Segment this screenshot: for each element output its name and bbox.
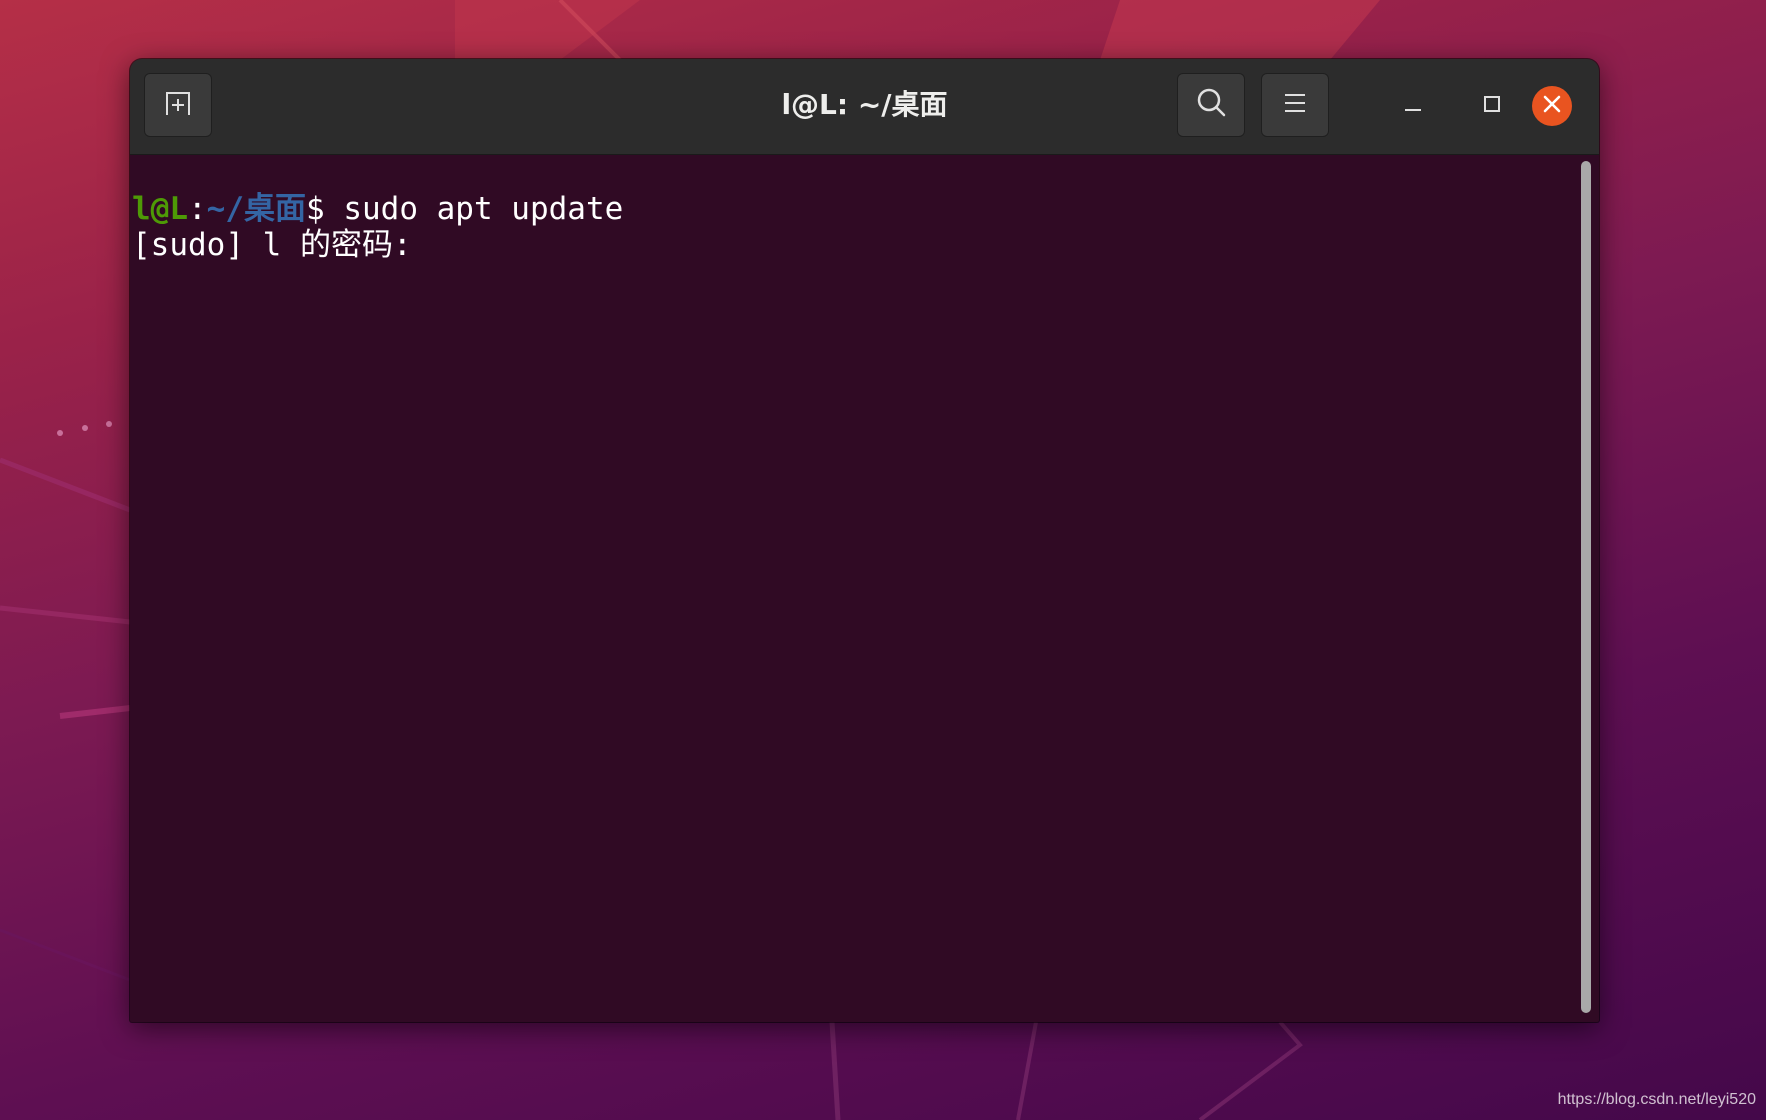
command-line: l@L:~/桌面$ sudo apt update xyxy=(132,191,1572,227)
minimize-icon xyxy=(1403,94,1423,118)
prompt-separator: : xyxy=(188,191,207,227)
prompt-user-host: l@L xyxy=(132,191,188,227)
password-prompt-line: [sudo] l 的密码: xyxy=(132,227,1572,263)
header-bar: l@L: ~/桌面 xyxy=(130,59,1599,155)
terminal-output[interactable]: l@L:~/桌面$ sudo apt update [sudo] l 的密码: xyxy=(132,155,1572,1015)
window-title: l@L: ~/桌面 xyxy=(781,88,948,121)
maximize-icon xyxy=(1482,94,1502,118)
watermark-text: https://blog.csdn.net/leyi520 xyxy=(1557,1091,1756,1108)
prompt-symbol: $ xyxy=(306,191,344,227)
close-icon xyxy=(1543,95,1561,117)
password-prompt-text: [sudo] l 的密码: xyxy=(132,227,431,263)
search-icon xyxy=(1195,87,1227,123)
scrollbar[interactable] xyxy=(1578,157,1594,1015)
command-text: sudo apt update xyxy=(343,191,624,227)
terminal-window: l@L: ~/桌面 l@L:~/桌面$ sudo apt update [sud… xyxy=(130,59,1599,1022)
menu-button[interactable] xyxy=(1261,73,1329,137)
hamburger-menu-icon xyxy=(1283,91,1307,119)
maximize-button[interactable] xyxy=(1472,86,1512,126)
minimize-button[interactable] xyxy=(1393,86,1433,126)
search-button[interactable] xyxy=(1177,73,1245,137)
scrollbar-thumb[interactable] xyxy=(1581,161,1591,1013)
close-button[interactable] xyxy=(1532,86,1572,126)
prompt-path: ~/桌面 xyxy=(206,191,306,227)
